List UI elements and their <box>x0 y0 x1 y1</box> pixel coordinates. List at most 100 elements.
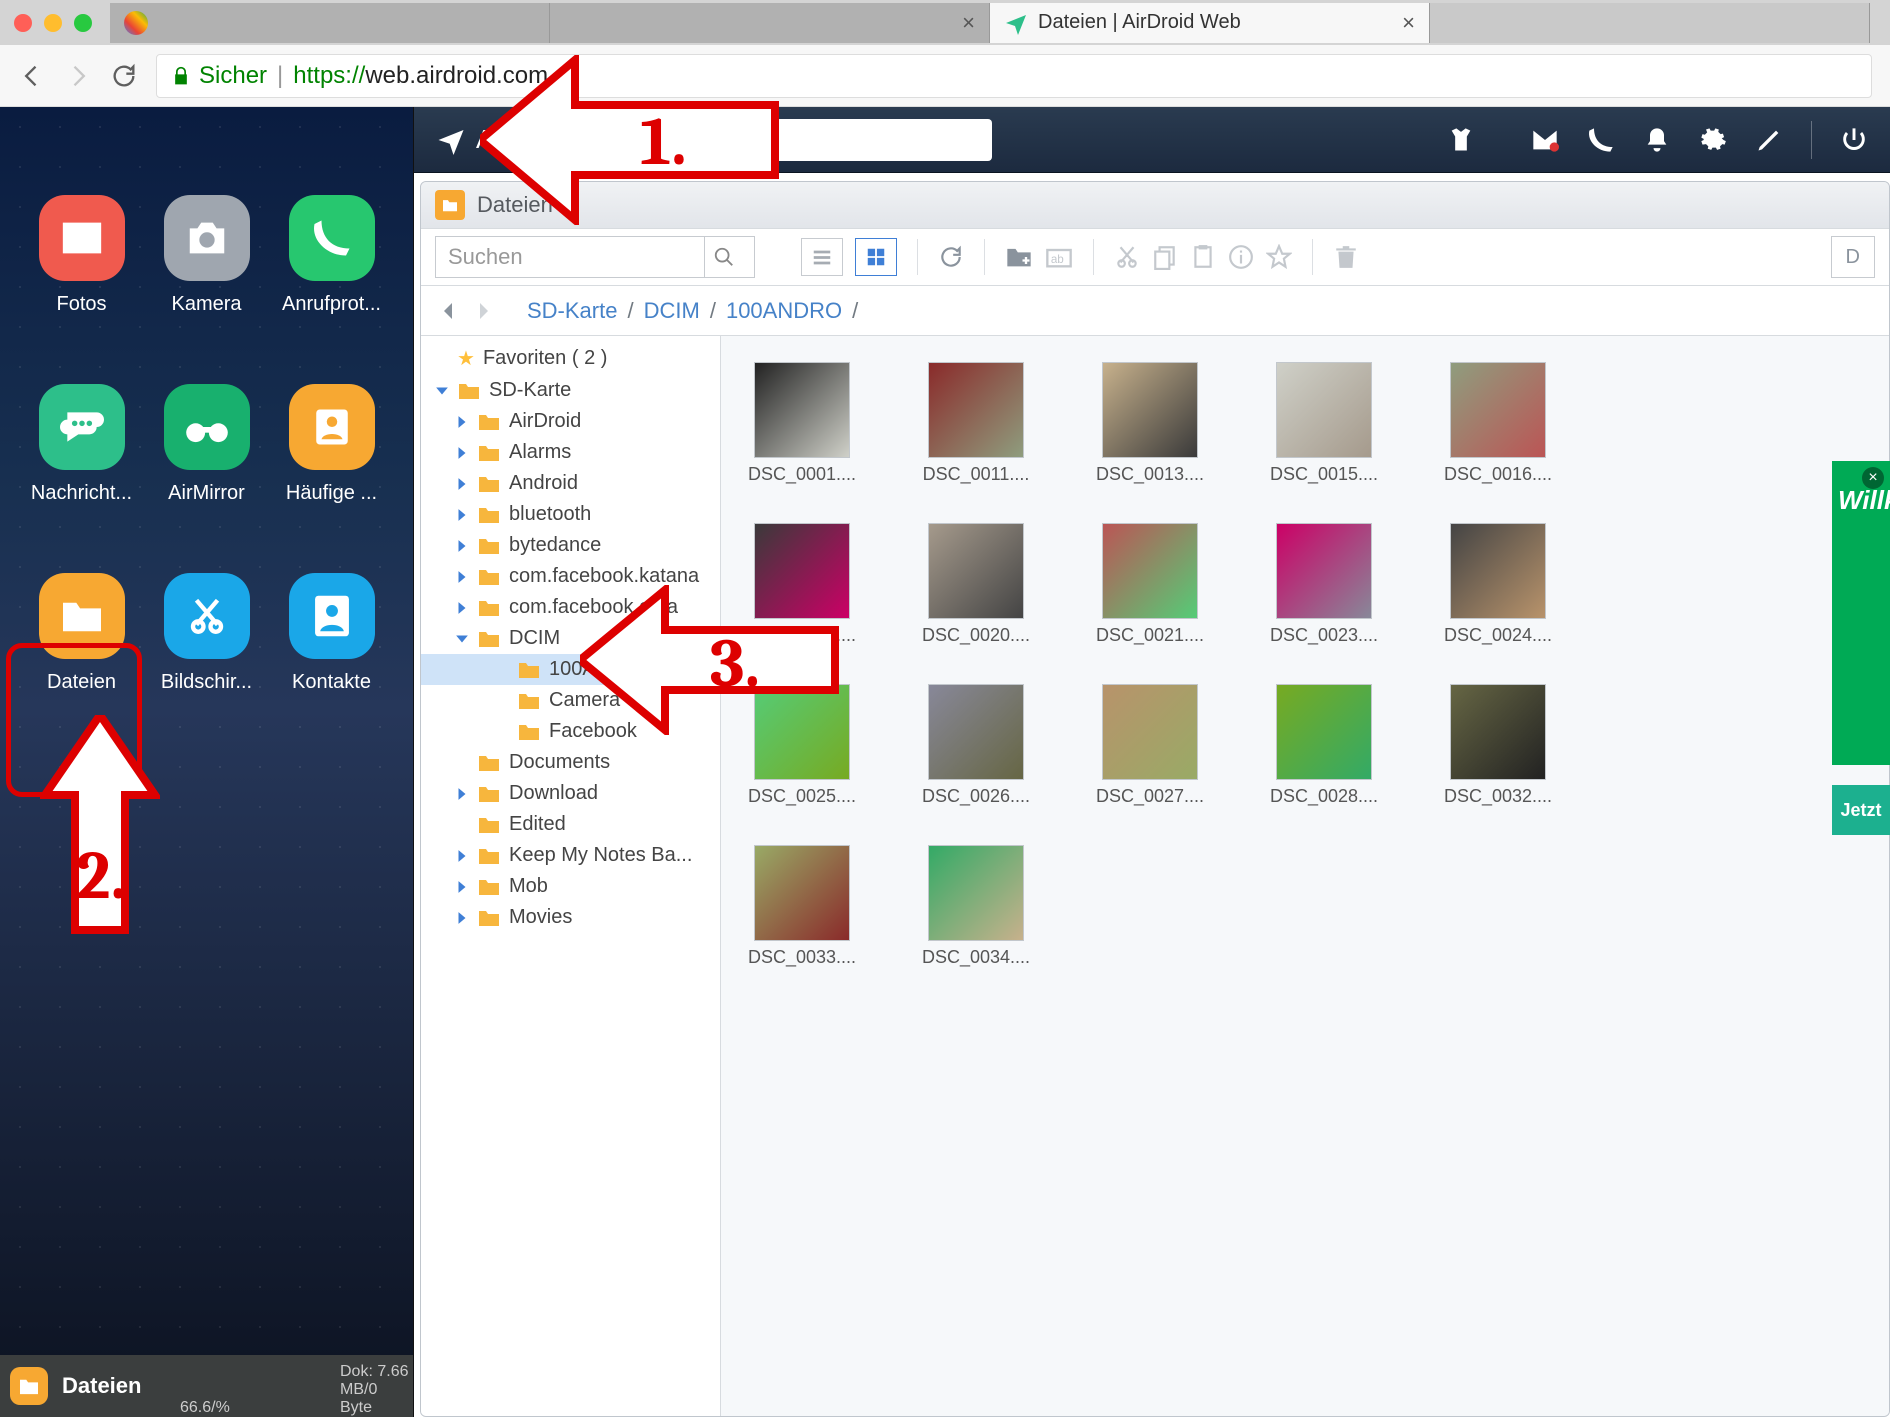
tree-item[interactable]: Facebook <box>421 716 720 747</box>
tree-item[interactable]: Movies <box>421 902 720 933</box>
app-nachricht[interactable]: Nachricht... <box>22 384 141 505</box>
folder-tree[interactable]: ★ Favoriten ( 2 ) SD-Karte AirDroidAlarm… <box>421 336 721 1416</box>
app-fotos[interactable]: Fotos <box>22 195 141 316</box>
app-kontakte[interactable]: Kontakte <box>272 573 391 694</box>
file-search-input[interactable]: Suchen <box>435 236 755 278</box>
thumbnail[interactable]: DSC_0016.... <box>1439 362 1557 485</box>
thumbnail[interactable]: DSC_0023.... <box>1265 523 1383 646</box>
thumbnail[interactable]: DSC_0001.... <box>743 362 861 485</box>
app-hufige[interactable]: Häufige ... <box>272 384 391 505</box>
tree-item[interactable]: bytedance <box>421 530 720 561</box>
thumbnail[interactable]: DSC_0024.... <box>1439 523 1557 646</box>
toolbar: Suchen ab <box>421 228 1889 286</box>
app-label: AirMirror <box>168 482 245 505</box>
tab-2[interactable]: × <box>550 3 990 43</box>
download-button[interactable]: D <box>1831 236 1875 278</box>
close-icon[interactable]: × <box>962 10 975 36</box>
app-bildschir[interactable]: Bildschir... <box>147 573 266 694</box>
tab-4[interactable] <box>1430 3 1870 43</box>
window-controls[interactable] <box>14 14 92 32</box>
shirt-icon[interactable] <box>1447 126 1475 154</box>
folder-icon <box>477 784 501 804</box>
thumbnail[interactable]: DSC_0013.... <box>1091 362 1209 485</box>
thumbnail[interactable]: DSC_0028.... <box>1265 684 1383 807</box>
ad-cta-button[interactable]: Jetzt <box>1832 785 1890 835</box>
tree-item[interactable]: 100ANDRO <box>421 654 720 685</box>
back-icon[interactable] <box>18 62 46 90</box>
thumbnail[interactable]: DSC_0020.... <box>917 523 1035 646</box>
thumbnail[interactable]: DSC_0032.... <box>1439 684 1557 807</box>
back-icon[interactable] <box>437 299 461 323</box>
thumbnail[interactable]: DSC_0027.... <box>1091 684 1209 807</box>
close-icon[interactable]: × <box>1402 10 1415 36</box>
ad-banner[interactable]: × Willkommen <box>1832 461 1890 765</box>
tree-item[interactable]: AirDroid <box>421 406 720 437</box>
thumbnails-area[interactable]: DSC_0001.... DSC_0011.... DSC_0013.... D… <box>721 336 1889 1416</box>
thumbnail[interactable]: DSC_0025.... <box>743 684 861 807</box>
minimize-icon[interactable] <box>44 14 62 32</box>
cut-icon[interactable] <box>1114 244 1140 270</box>
thumbnail[interactable]: DSC_0015.... <box>1265 362 1383 485</box>
rename-icon[interactable]: ab <box>1045 245 1073 269</box>
app-anrufprot[interactable]: Anrufprot... <box>272 195 391 316</box>
power-icon[interactable] <box>1840 126 1868 154</box>
info-icon[interactable] <box>1228 244 1254 270</box>
tree-item[interactable]: Documents <box>421 747 720 778</box>
caret-right-icon <box>455 570 469 584</box>
app-airmirror[interactable]: AirMirror <box>147 384 266 505</box>
tab-1[interactable] <box>110 3 550 43</box>
folder-icon <box>517 660 541 680</box>
thumbnail[interactable]: DSC_0017.... <box>743 523 861 646</box>
thumbnail[interactable]: DSC_0026.... <box>917 684 1035 807</box>
paste-icon[interactable] <box>1190 244 1216 270</box>
tree-item[interactable]: Mob <box>421 871 720 902</box>
tree-item[interactable]: Download <box>421 778 720 809</box>
crumb[interactable]: DCIM <box>644 298 700 324</box>
folder-icon[interactable] <box>10 1367 48 1405</box>
tree-item[interactable]: bluetooth <box>421 499 720 530</box>
tree-item[interactable]: Keep My Notes Ba... <box>421 840 720 871</box>
view-grid-button[interactable] <box>855 238 897 276</box>
crumb[interactable]: 100ANDRO <box>726 298 842 324</box>
forward-icon[interactable] <box>471 299 495 323</box>
view-list-button[interactable] <box>801 238 843 276</box>
crumb[interactable]: SD-Karte <box>527 298 617 324</box>
thumbnail[interactable]: DSC_0033.... <box>743 845 861 968</box>
url-input[interactable]: Sicher | https://web.airdroid.com <box>156 54 1872 98</box>
thumbnail-name: DSC_0034.... <box>922 947 1030 968</box>
maximize-icon[interactable] <box>74 14 92 32</box>
refresh-icon[interactable] <box>938 244 964 270</box>
forward-icon[interactable] <box>64 62 92 90</box>
thumbnail[interactable]: DSC_0011.... <box>917 362 1035 485</box>
tree-item[interactable]: Android <box>421 468 720 499</box>
search-icon[interactable] <box>704 236 742 278</box>
bell-icon[interactable] <box>1643 126 1671 154</box>
gear-icon[interactable] <box>1699 126 1727 154</box>
tree-root[interactable]: SD-Karte <box>421 375 720 406</box>
airdroid-logo[interactable]: AirDroid <box>436 124 570 155</box>
tree-item[interactable]: Camera <box>421 685 720 716</box>
phone-icon[interactable] <box>1587 126 1615 154</box>
thumbnail[interactable]: DSC_0021.... <box>1091 523 1209 646</box>
tree-item[interactable]: com.facebook.katana <box>421 561 720 592</box>
tree-favoriten[interactable]: ★ Favoriten ( 2 ) <box>421 342 720 375</box>
thumbnail[interactable]: DSC_0034.... <box>917 845 1035 968</box>
tab-3[interactable]: Dateien | AirDroid Web × <box>990 3 1430 43</box>
tree-item[interactable]: Edited <box>421 809 720 840</box>
tree-item[interactable]: com.facebook.orca <box>421 592 720 623</box>
close-icon[interactable] <box>14 14 32 32</box>
pencil-icon[interactable] <box>1755 126 1783 154</box>
tree-item[interactable]: DCIM <box>421 623 720 654</box>
trash-icon[interactable] <box>1333 244 1359 270</box>
app-kamera[interactable]: Kamera <box>147 195 266 316</box>
app-label: Anrufprot... <box>282 293 381 316</box>
copy-icon[interactable] <box>1152 244 1178 270</box>
mail-icon[interactable] <box>1531 126 1559 154</box>
caret-right-icon <box>455 787 469 801</box>
ad-search-input[interactable]: Search <box>592 119 992 161</box>
star-icon[interactable] <box>1266 244 1292 270</box>
reload-icon[interactable] <box>110 62 138 90</box>
close-icon[interactable]: × <box>1862 467 1884 489</box>
new-folder-icon[interactable] <box>1005 245 1033 269</box>
tree-item[interactable]: Alarms <box>421 437 720 468</box>
